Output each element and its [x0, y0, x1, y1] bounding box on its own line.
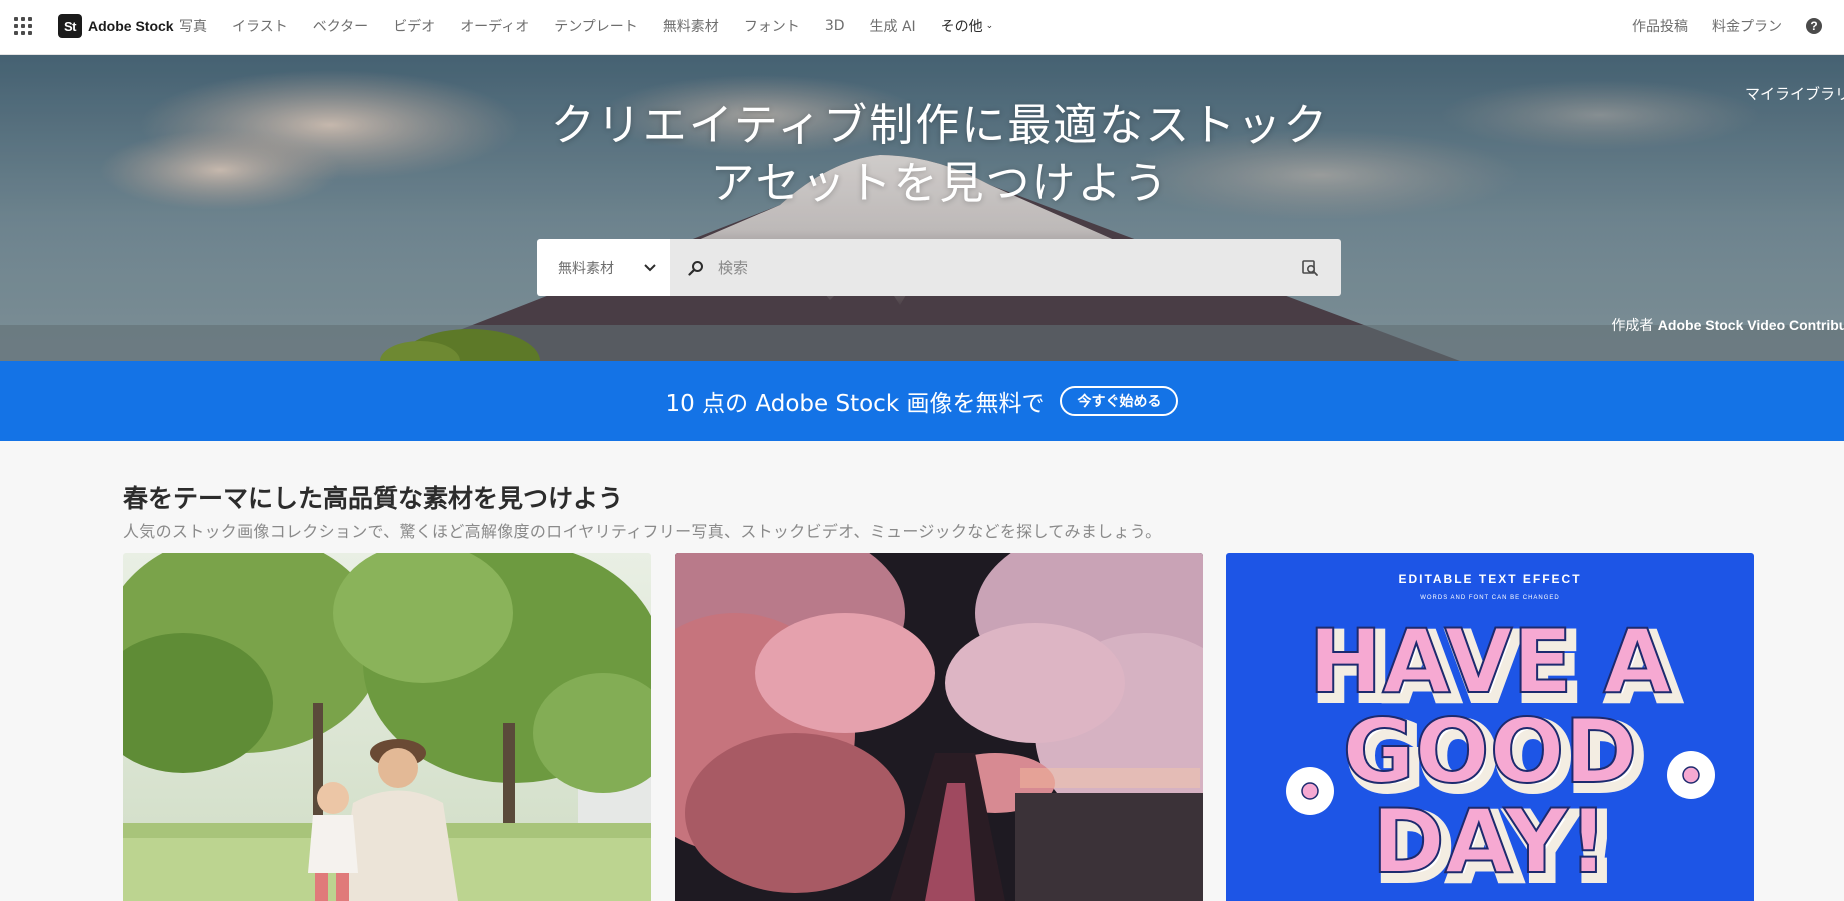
nav-item-more[interactable]: その他 ⌄ [941, 16, 994, 36]
cherry-blossom-photo [675, 553, 1203, 901]
asset-type-selected: 無料素材 [558, 260, 614, 277]
nav-item-fonts[interactable]: フォント [744, 16, 800, 36]
chevron-down-icon [644, 261, 656, 275]
nav-item-videos[interactable]: ビデオ [393, 16, 435, 36]
nav-item-illustrations[interactable]: イラスト [232, 16, 288, 36]
my-library-link[interactable]: マイライブラリ [1745, 83, 1844, 104]
nav-item-generative-ai[interactable]: 生成 AI [870, 16, 916, 36]
nav-more-label: その他 [940, 19, 983, 35]
search-bar: 無料素材 [537, 239, 1341, 296]
collection-card-family-park[interactable] [123, 553, 651, 901]
search-icon [688, 260, 703, 276]
free-trial-banner: 10 点の Adobe Stock 画像を無料で 今すぐ始める [0, 361, 1844, 441]
illustration-line-2: GOOD [1343, 700, 1638, 803]
pricing-link[interactable]: 料金プラン [1712, 16, 1782, 36]
adobe-stock-logo[interactable]: St Adobe Stock [58, 14, 174, 38]
asset-type-dropdown[interactable]: 無料素材 [537, 239, 670, 296]
promo-text: 10 点の Adobe Stock 画像を無料で [665, 391, 1045, 417]
question-circle-icon[interactable]: ? [1806, 18, 1822, 34]
grid-icon[interactable] [14, 17, 32, 35]
section-title: 春をテーマにした高品質な素材を見つけよう [123, 484, 624, 513]
search-field [670, 239, 1341, 296]
collection-card-cherry-blossoms[interactable] [675, 553, 1203, 901]
section-subtitle: 人気のストック画像コレクションで、驚くほど高解像度のロイヤリティフリー写真、スト… [123, 522, 1162, 541]
hero-title-line-2: アセットを見つけよう [710, 158, 1170, 209]
top-navigation-bar: St Adobe Stock 写真 イラスト ベクター ビデオ オーディオ テン… [0, 0, 1844, 55]
nav-item-vectors[interactable]: ベクター [313, 16, 368, 36]
family-park-photo [123, 553, 651, 901]
hero-title: クリエイティブ制作に最適なストック アセットを見つけよう [0, 97, 1844, 213]
illustration-line-1: HAVE A [1309, 610, 1672, 713]
logo-text: Adobe Stock [88, 18, 174, 34]
hero-banner: クリエイティブ制作に最適なストック アセットを見つけよう マイライブラリ 作成者… [0, 55, 1844, 361]
collection-card-text-effect[interactable]: EDITABLE TEXT EFFECT WORDS AND FONT CAN … [1226, 553, 1754, 901]
nav-right: 作品投稿 料金プラン ? [1632, 0, 1844, 52]
nav-item-3d[interactable]: 3D [825, 18, 845, 34]
chevron-down-icon: ⌄ [985, 21, 994, 31]
hero-title-line-1: クリエイティブ制作に最適なストック [550, 100, 1330, 151]
logo-mark: St [58, 14, 82, 38]
start-now-button[interactable]: 今すぐ始める [1060, 386, 1179, 416]
contribute-link[interactable]: 作品投稿 [1632, 16, 1688, 36]
credit-author[interactable]: Adobe Stock Video Contribut [1658, 317, 1844, 333]
nav-item-photos[interactable]: 写真 [179, 16, 207, 36]
flower-icon [1667, 751, 1715, 799]
illustration-header: EDITABLE TEXT EFFECT [1398, 572, 1581, 586]
credit-prefix: 作成者 [1611, 318, 1654, 334]
search-input[interactable] [716, 257, 1301, 278]
nav-item-templates[interactable]: テンプレート [554, 16, 638, 36]
visual-search-icon[interactable] [1301, 259, 1319, 277]
nav-item-free[interactable]: 無料素材 [663, 16, 719, 36]
main-nav: 写真 イラスト ベクター ビデオ オーディオ テンプレート 無料素材 フォント … [179, 0, 1018, 52]
illustration-subheader: WORDS AND FONT CAN BE CHANGED [1420, 595, 1560, 601]
flower-icon [1286, 767, 1334, 815]
illustration-line-3: DAY! [1372, 790, 1609, 893]
nav-item-audio[interactable]: オーディオ [460, 16, 529, 36]
text-effect-illustration: EDITABLE TEXT EFFECT WORDS AND FONT CAN … [1226, 553, 1754, 901]
image-credit: 作成者 Adobe Stock Video Contribut [1611, 315, 1844, 335]
